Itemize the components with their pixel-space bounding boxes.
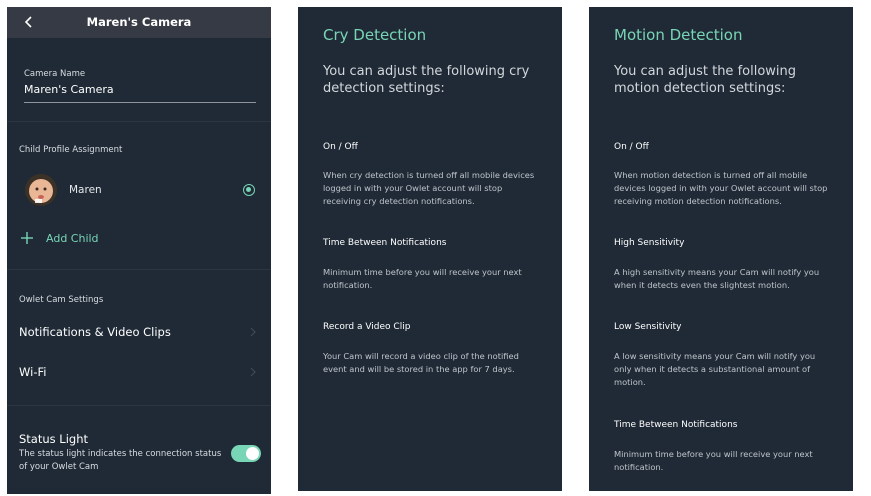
- child-avatar[interactable]: [25, 174, 57, 206]
- motion-on-off-heading: On / Off: [614, 142, 649, 152]
- cry-detection-title: Cry Detection: [323, 26, 427, 44]
- low-sensitivity-heading: Low Sensitivity: [614, 322, 682, 332]
- cry-time-between-description: Minimum time before you will receive you…: [323, 267, 522, 290]
- camera-name-label: Camera Name: [24, 69, 86, 79]
- cry-record-clip-description: Your Cam will record a video clip of the…: [323, 351, 519, 374]
- divider: [7, 121, 271, 122]
- child-profile-section-title: Child Profile Assignment: [19, 145, 123, 155]
- low-sensitivity-description: A low sensitivity means your Cam will no…: [614, 351, 816, 387]
- motion-detection-screen: Motion Detection You can adjust the foll…: [589, 7, 853, 491]
- cry-time-between-heading: Time Between Notifications: [323, 238, 447, 248]
- divider: [7, 405, 271, 406]
- cry-on-off-description: When cry detection is turned off all mob…: [323, 170, 535, 206]
- baby-photo-icon: [25, 174, 57, 206]
- chevron-right-icon: [250, 327, 256, 337]
- motion-on-off-description: When motion detection is turned off all …: [614, 170, 828, 206]
- wifi-item[interactable]: Wi-Fi: [19, 365, 46, 379]
- cry-detection-screen: Cry Detection You can adjust the followi…: [298, 7, 562, 491]
- page-title: Maren's Camera: [86, 15, 192, 29]
- child-selected-radio[interactable]: [243, 184, 255, 196]
- motion-time-between-description: Minimum time before you will receive you…: [614, 449, 813, 472]
- add-child-button[interactable]: Add Child: [46, 232, 99, 245]
- notifications-video-clips-item[interactable]: Notifications & Video Clips: [19, 325, 171, 339]
- high-sensitivity-heading: High Sensitivity: [614, 238, 685, 248]
- plus-icon[interactable]: [21, 232, 33, 244]
- motion-detection-title: Motion Detection: [614, 26, 743, 44]
- divider: [7, 269, 271, 270]
- owlet-cam-settings-title: Owlet Cam Settings: [19, 295, 104, 305]
- camera-settings-screen: Maren's Camera Camera Name Maren's Camer…: [7, 7, 271, 494]
- cry-detection-intro: You can adjust the following cry detecti…: [323, 64, 530, 96]
- child-name: Maren: [69, 184, 102, 196]
- top-bar: Maren's Camera: [7, 7, 271, 38]
- camera-name-field[interactable]: Maren's Camera: [24, 83, 114, 96]
- status-light-title: Status Light: [19, 432, 88, 446]
- status-light-description: The status light indicates the connectio…: [19, 449, 222, 472]
- status-light-toggle[interactable]: [231, 445, 261, 462]
- chevron-right-icon: [250, 367, 256, 377]
- cry-record-clip-heading: Record a Video Clip: [323, 322, 411, 332]
- toggle-knob: [246, 447, 259, 460]
- camera-name-underline: [24, 102, 256, 103]
- cry-on-off-heading: On / Off: [323, 142, 358, 152]
- high-sensitivity-description: A high sensitivity means your Cam will n…: [614, 267, 820, 290]
- motion-detection-intro: You can adjust the following motion dete…: [614, 64, 797, 96]
- motion-time-between-heading: Time Between Notifications: [614, 420, 738, 430]
